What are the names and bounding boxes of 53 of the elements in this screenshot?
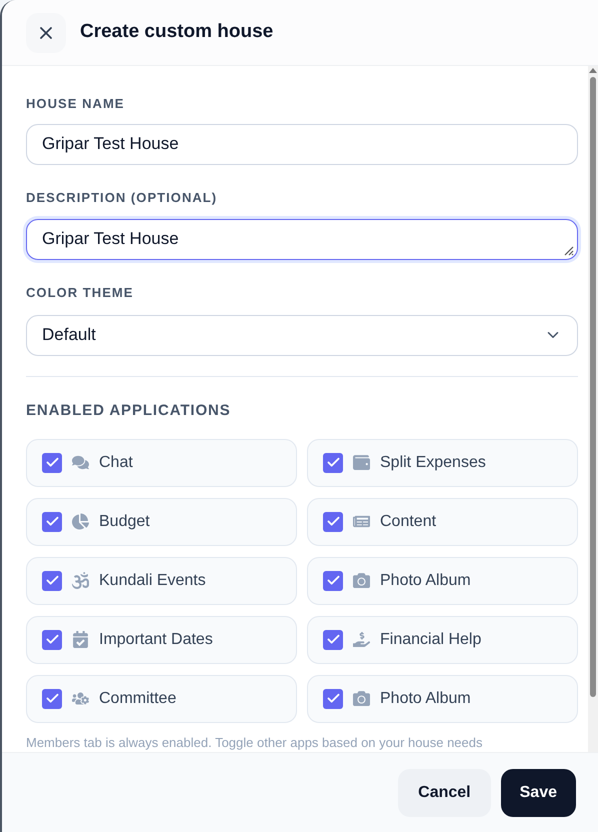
application-option[interactable]: Photo Album xyxy=(307,556,578,604)
field-label: DESCRIPTION (OPTIONAL) xyxy=(26,190,218,204)
application-option[interactable]: Kundali Events xyxy=(26,556,297,604)
application-label: Kundali Events xyxy=(99,570,206,590)
application-label: Committee xyxy=(99,688,176,708)
field-label: COLOR THEME xyxy=(26,284,134,300)
checkbox[interactable] xyxy=(42,452,62,472)
section-heading: ENABLED APPLICATIONS xyxy=(26,402,231,418)
close-button[interactable] xyxy=(26,12,66,52)
checkbox[interactable] xyxy=(323,688,343,708)
application-option[interactable]: Content xyxy=(307,498,578,546)
application-option[interactable]: Budget xyxy=(26,498,297,546)
checkbox[interactable] xyxy=(323,452,343,472)
checkbox[interactable] xyxy=(42,630,62,650)
application-label: Split Expenses xyxy=(380,452,486,472)
checkbox[interactable] xyxy=(42,570,62,590)
scrollbar[interactable] xyxy=(588,66,598,752)
wallet-icon xyxy=(353,454,370,471)
camera-icon xyxy=(353,572,370,589)
cancel-button[interactable]: Cancel xyxy=(398,768,491,816)
chat-bubbles-icon xyxy=(72,454,89,471)
application-option[interactable]: Important Dates xyxy=(26,616,297,664)
checkbox[interactable] xyxy=(323,512,343,532)
newspaper-icon xyxy=(353,513,370,530)
field-label: HOUSE NAME xyxy=(26,95,126,113)
house-name-field[interactable]: Gripar Test House xyxy=(26,124,578,164)
checkbox[interactable] xyxy=(323,630,343,650)
application-option[interactable]: Split Expenses xyxy=(307,438,578,486)
checkbox[interactable] xyxy=(42,512,62,532)
users-gear-icon xyxy=(72,690,89,707)
application-label: Photo Album xyxy=(380,570,471,590)
application-option[interactable]: Committee xyxy=(26,674,297,722)
dialog-title: Create custom house xyxy=(80,20,274,44)
om-symbol-icon xyxy=(72,572,89,589)
color-theme-select[interactable]: Default xyxy=(26,314,578,356)
resize-handle-icon[interactable] xyxy=(562,244,574,256)
save-button[interactable]: Save xyxy=(500,768,576,816)
application-label: Budget xyxy=(99,512,150,532)
application-option[interactable]: Financial Help xyxy=(307,616,578,664)
application-label: Photo Album xyxy=(380,688,471,708)
application-option[interactable]: Photo Album xyxy=(307,674,578,722)
application-label: Content xyxy=(380,512,436,532)
checkbox[interactable] xyxy=(323,570,343,590)
application-label: Financial Help xyxy=(380,630,482,650)
application-option[interactable]: Chat xyxy=(26,438,297,486)
calendar-check-icon xyxy=(72,631,89,648)
application-label: Chat xyxy=(99,452,133,472)
hint-text: Members tab is always enabled. Toggle other apps based on your house needs xyxy=(26,734,484,752)
pie-chart-icon xyxy=(72,513,89,530)
hand-dollar-icon xyxy=(353,631,370,648)
checkbox[interactable] xyxy=(42,688,62,708)
application-label: Important Dates xyxy=(99,630,213,650)
camera-icon xyxy=(353,690,370,707)
